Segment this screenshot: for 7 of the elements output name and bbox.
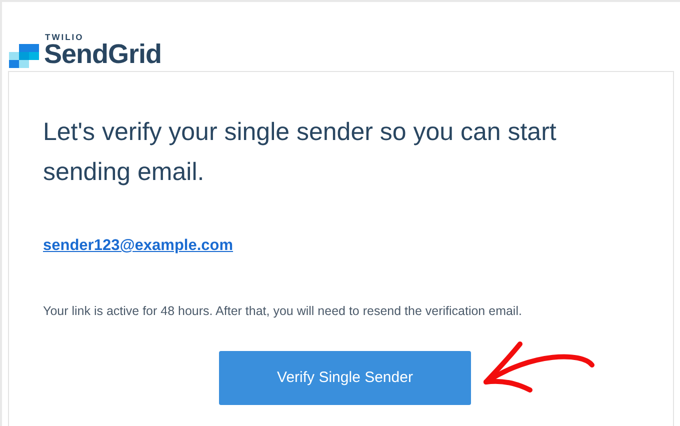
logo-wordmark: SendGrid <box>44 41 162 68</box>
logo-overline: TWILIO <box>45 32 85 41</box>
email-link[interactable]: sender123@example.com <box>43 234 234 258</box>
verify-button[interactable]: Verify Single Sender <box>219 350 471 405</box>
logo-icon <box>8 44 40 68</box>
note-text: Your link is active for 48 hours. After that, you will need to resend the verification email. <box>43 303 523 320</box>
heading: Let's verify your single sender so you can start sending email. <box>43 117 558 188</box>
